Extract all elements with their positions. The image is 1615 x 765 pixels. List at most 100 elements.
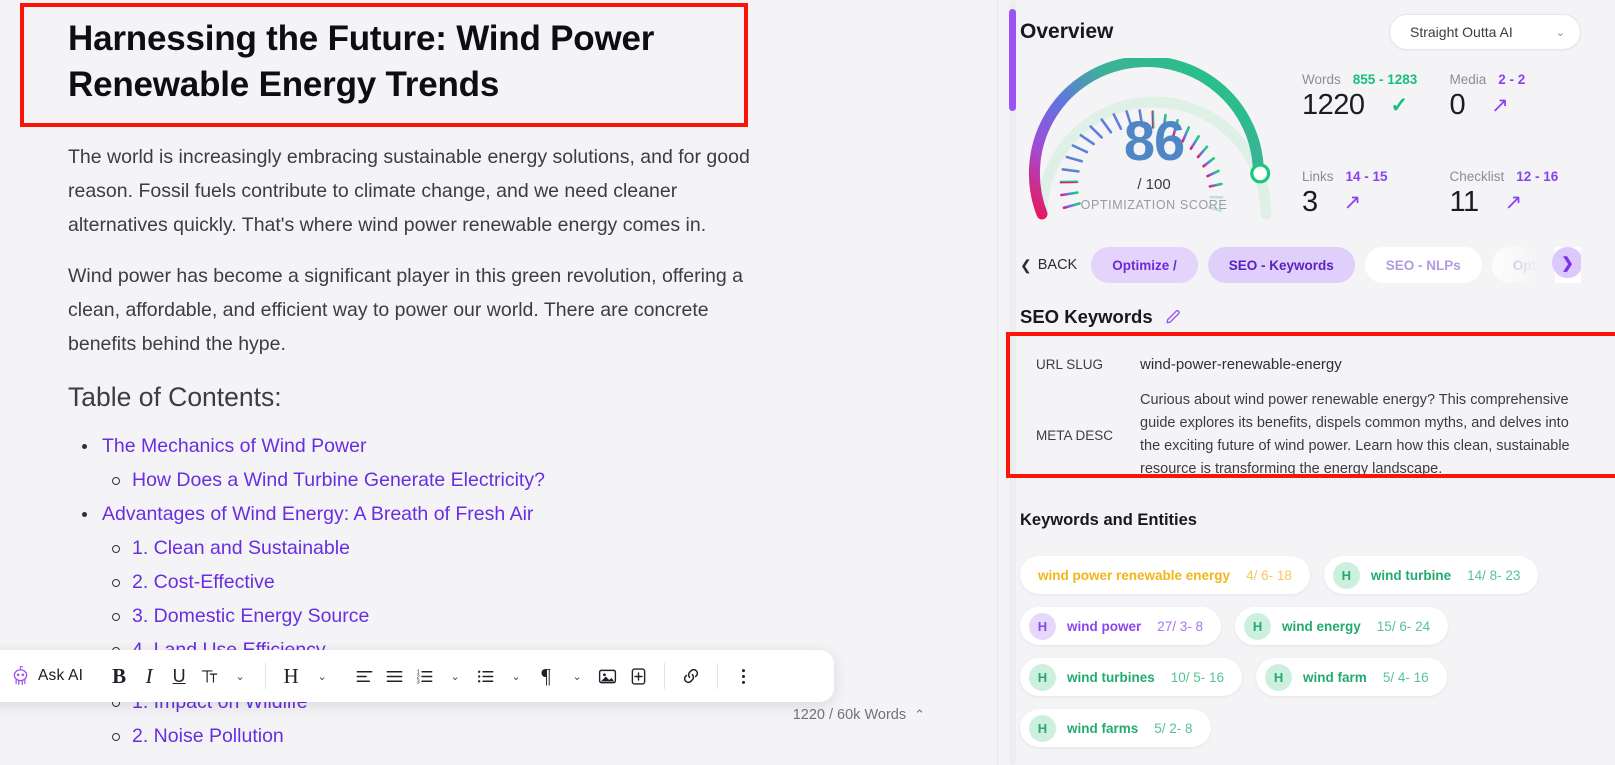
optimization-score-gauge: 86 / 100 OPTIMIZATION SCORE [1020, 55, 1288, 230]
word-count-label: 1220 / 60k Words [792, 707, 907, 723]
metric-range: 12 - 16 [1516, 169, 1559, 184]
url-slug-value[interactable]: wind-power-renewable-energy [1132, 356, 1342, 373]
toc-heading[interactable]: Table of Contents: [44, 379, 957, 415]
toolbar-divider [265, 663, 267, 689]
bold-button[interactable]: B [104, 659, 134, 693]
chip-name: wind farm [1303, 669, 1367, 685]
list-item[interactable]: How Does a Wind Turbine Generate Electri… [68, 463, 957, 497]
heading-badge: H [1029, 714, 1056, 742]
chevron-down-icon: ⌄ [1555, 26, 1565, 39]
list-item[interactable]: The Mechanics of Wind Power [68, 429, 957, 463]
metric-range: 855 - 1283 [1352, 72, 1418, 87]
seo-keywords-header: SEO Keywords [1020, 306, 1581, 328]
chip-name: wind farms [1067, 720, 1139, 736]
back-label: BACK [1037, 257, 1078, 273]
list-item[interactable]: 2. Noise Pollution [68, 719, 957, 753]
meta-desc-row[interactable]: META DESC Curious about wind power renew… [1036, 389, 1573, 481]
bullet-list-button[interactable] [470, 659, 500, 693]
paragraph-chevron-down-icon[interactable]: ⌄ [562, 659, 592, 693]
panel-scrollbar-thumb[interactable] [1009, 9, 1016, 111]
insert-link-button[interactable] [675, 659, 707, 693]
underline-button[interactable]: U [164, 659, 194, 693]
seo-fields-box: URL SLUG wind-power-renewable-energy MET… [1006, 332, 1615, 491]
heading-button[interactable]: H [276, 659, 306, 693]
tab-seo-nlps[interactable]: SEO - NLPs [1364, 247, 1482, 283]
word-count-status[interactable]: 1220 / 60k Words ⌃ [793, 707, 925, 723]
toolbar-divider [664, 663, 666, 689]
list-item[interactable]: H wind farms 5/ 2- 8 [1020, 709, 1211, 747]
align-left-button[interactable] [349, 659, 379, 693]
metric-label: Media [1449, 72, 1487, 87]
pencil-icon [1166, 309, 1180, 323]
ordered-list-chevron-down-icon[interactable]: ⌄ [440, 659, 470, 693]
ordered-list-button[interactable]: 1 2 3 [409, 659, 439, 693]
panel-scrollbar-track[interactable] [1009, 0, 1016, 765]
toc-link[interactable]: Advantages of Wind Energy: A Breath of F… [102, 503, 533, 525]
toc-link[interactable]: 2. Noise Pollution [132, 725, 284, 747]
text-style-button[interactable] [194, 659, 224, 693]
metric-links: Links 14 - 15 3 ↗ [1302, 169, 1434, 230]
meta-desc-value[interactable]: Curious about wind power renewable energ… [1132, 389, 1573, 481]
toc-link[interactable]: 2. Cost-Effective [132, 571, 275, 593]
ask-ai-button[interactable]: Ask AI [8, 659, 92, 693]
paragraph-intro-1[interactable]: The world is increasingly embracing sust… [44, 140, 774, 242]
metric-value: 11 [1449, 186, 1480, 218]
arrow-up-right-icon[interactable]: ↗ [1491, 93, 1509, 118]
list-item[interactable]: H wind farm 5/ 4- 16 [1256, 658, 1447, 696]
metric-value: 1220 [1302, 89, 1365, 121]
formatting-toolbar[interactable]: Ask AI B I U ⌄ H ⌄ 1 2 3 ⌄ ⌄ ¶ ⌄ [0, 650, 834, 702]
paragraph-intro-2[interactable]: Wind power has become a significant play… [44, 259, 774, 361]
chip-metrics: 5/ 2- 8 [1154, 720, 1193, 736]
tab-optimize[interactable]: Optimize / [1091, 247, 1198, 283]
plus-box-icon [631, 667, 646, 685]
list-item[interactable]: H wind power 27/ 3- 8 [1020, 607, 1222, 645]
tab-seo-keywords[interactable]: SEO - Keywords [1207, 247, 1355, 283]
toc-link[interactable]: 1. Clean and Sustainable [132, 537, 350, 559]
more-options-button[interactable] [728, 659, 758, 693]
text-style-chevron-down-icon[interactable]: ⌄ [225, 659, 255, 693]
seo-tab-row: ❮ BACK Optimize / SEO - Keywords SEO - N… [1020, 244, 1581, 286]
project-select[interactable]: Straight Outta AI ⌄ [1389, 14, 1581, 50]
toc-link[interactable]: 3. Domestic Energy Source [132, 605, 369, 627]
arrow-up-right-icon[interactable]: ↗ [1505, 190, 1523, 215]
heading-badge: H [1029, 663, 1056, 691]
list-item[interactable]: H wind turbine 14/ 8- 23 [1323, 556, 1539, 594]
list-item[interactable]: wind power renewable energy 4/ 6- 18 [1020, 556, 1310, 594]
arrow-up-right-icon[interactable]: ↗ [1344, 190, 1362, 215]
seo-keywords-title: SEO Keywords [1020, 306, 1153, 327]
chip-metrics: 5/ 4- 16 [1382, 669, 1429, 685]
insert-element-button[interactable] [623, 659, 654, 693]
back-button[interactable]: ❮ BACK [1020, 257, 1081, 274]
page-title[interactable]: Harnessing the Future: Wind Power Renewa… [44, 6, 764, 108]
italic-button[interactable]: I [134, 659, 164, 693]
heading-chevron-down-icon[interactable]: ⌄ [307, 659, 337, 693]
bullet-list-chevron-down-icon[interactable]: ⌄ [501, 659, 531, 693]
insert-image-button[interactable] [592, 659, 623, 693]
project-select-value: Straight Outta AI [1410, 24, 1513, 40]
chevron-up-icon[interactable]: ⌃ [914, 707, 925, 723]
tabs-next-button[interactable]: ❯ [1552, 247, 1581, 278]
optimization-score-value: 86 [1123, 109, 1185, 172]
align-justify-button[interactable] [379, 659, 409, 693]
edit-pencil-icon[interactable] [1164, 308, 1183, 327]
list-item[interactable]: H wind energy 15/ 6- 24 [1235, 607, 1449, 645]
list-item[interactable]: 2. Cost-Effective [68, 565, 957, 599]
url-slug-row[interactable]: URL SLUG wind-power-renewable-energy [1036, 356, 1573, 373]
heading-badge: H [1265, 663, 1293, 691]
image-icon [599, 669, 617, 683]
toc-link[interactable]: The Mechanics of Wind Power [102, 435, 366, 457]
sparkle-ai-icon [13, 665, 28, 685]
bullet-list-icon [477, 670, 494, 682]
paragraph-button[interactable]: ¶ [531, 659, 561, 693]
list-item[interactable]: 3. Domestic Energy Source [68, 599, 957, 633]
document-title-container: Harnessing the Future: Wind Power Renewa… [44, 0, 957, 140]
align-left-icon [356, 670, 373, 682]
list-item[interactable]: H wind turbines 10/ 5- 16 [1020, 658, 1243, 696]
heading-badge: H [1244, 612, 1272, 640]
list-item[interactable]: Advantages of Wind Energy: A Breath of F… [68, 497, 957, 531]
toc-link[interactable]: How Does a Wind Turbine Generate Electri… [132, 469, 545, 491]
list-item[interactable]: 1. Clean and Sustainable [68, 531, 957, 565]
metric-range: 14 - 15 [1345, 169, 1388, 184]
overview-header: Overview Straight Outta AI ⌄ [1020, 0, 1581, 50]
document-body[interactable]: Harnessing the Future: Wind Power Renewa… [0, 0, 997, 753]
